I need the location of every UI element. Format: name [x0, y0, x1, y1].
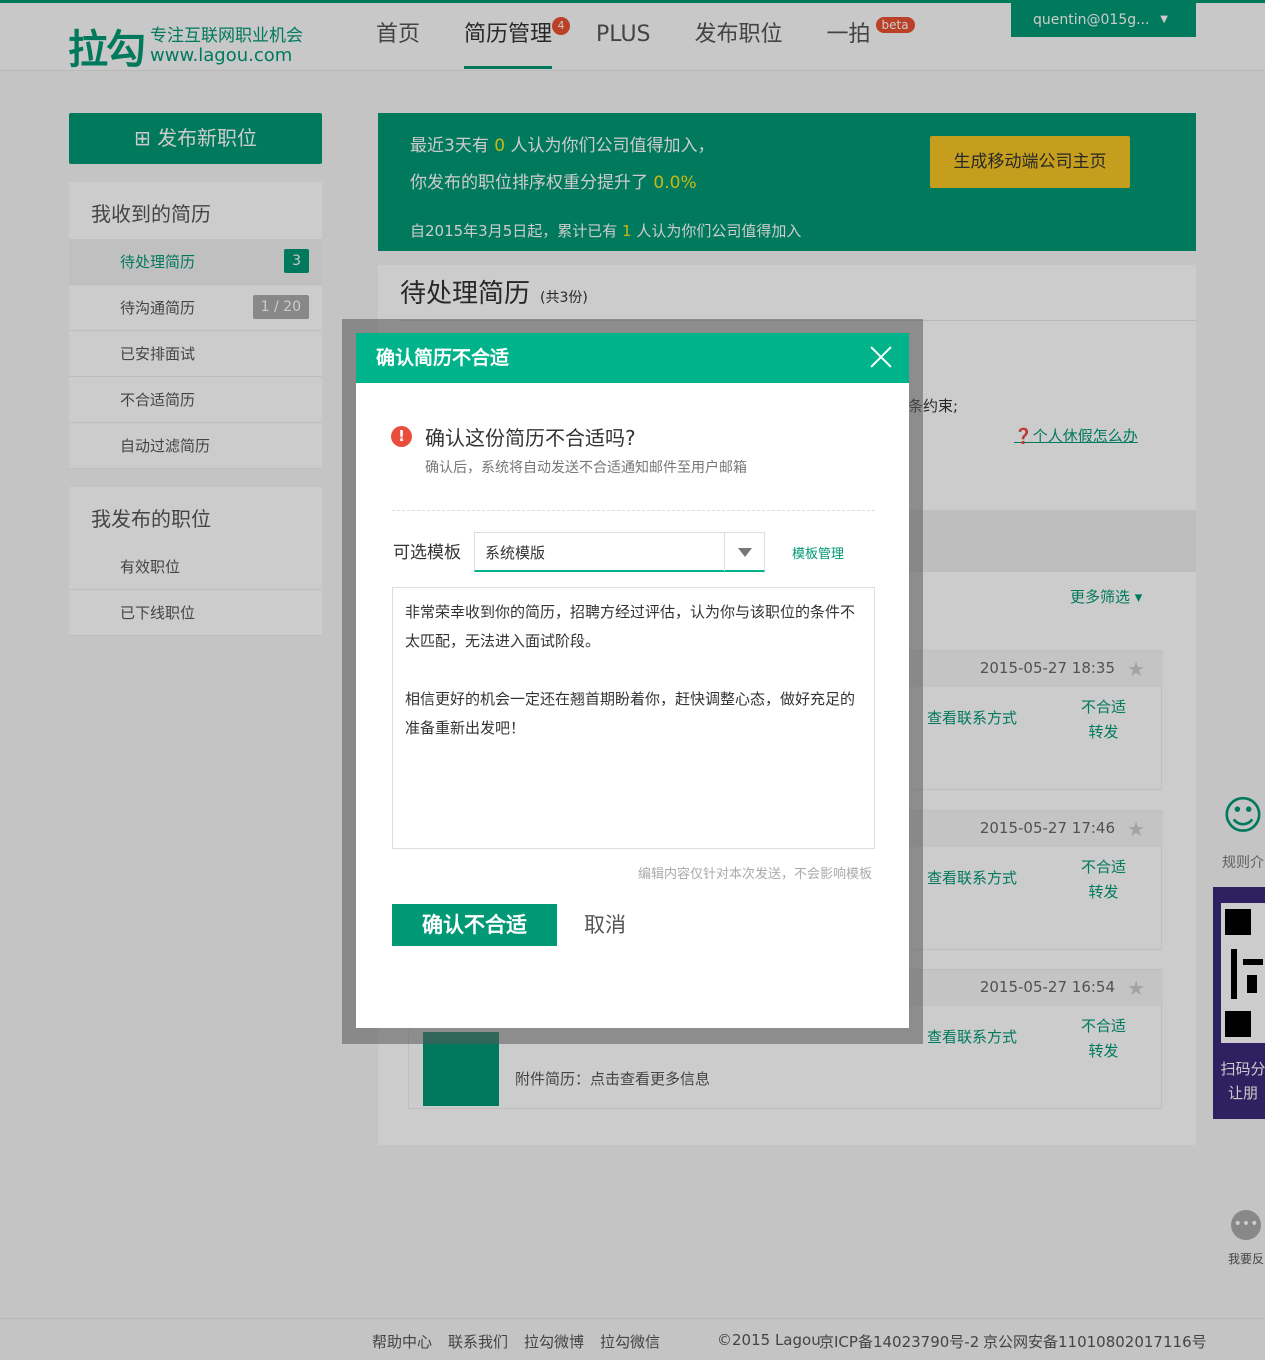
reject-confirm-dialog: 确认简历不合适 ! 确认这份简历不合适吗? 确认后，系统将自动发送不合适通知邮件…	[356, 333, 909, 1028]
template-label: 可选模板	[393, 543, 461, 563]
template-select[interactable]: 系统模版	[474, 532, 765, 572]
confirm-question: 确认这份简历不合适吗?	[425, 426, 636, 450]
edit-note: 编辑内容仅针对本次发送，不会影响模板	[638, 867, 873, 882]
dialog-header: 确认简历不合适	[356, 333, 909, 383]
warning-icon: !	[391, 426, 412, 447]
message-textarea[interactable]: 非常荣幸收到你的简历，招聘方经过评估，认为你与该职位的条件不太匹配，无法进入面试…	[392, 587, 875, 849]
message-paragraph: 非常荣幸收到你的简历，招聘方经过评估，认为你与该职位的条件不太匹配，无法进入面试…	[405, 603, 856, 650]
cancel-button[interactable]: 取消	[584, 909, 626, 939]
template-manage-link[interactable]: 模板管理	[792, 543, 844, 562]
dialog-title: 确认简历不合适	[376, 347, 510, 369]
template-selected-value: 系统模版	[485, 544, 546, 562]
chevron-down-icon[interactable]	[724, 533, 764, 571]
close-icon[interactable]	[863, 339, 899, 375]
divider	[392, 510, 875, 511]
confirm-subtext: 确认后，系统将自动发送不合适通知邮件至用户邮箱	[425, 460, 747, 476]
message-paragraph: 相信更好的机会一定还在翘首期盼着你，赶快调整心态，做好充足的准备重新出发吧！	[405, 690, 856, 737]
confirm-unsuitable-button[interactable]: 确认不合适	[392, 904, 557, 946]
